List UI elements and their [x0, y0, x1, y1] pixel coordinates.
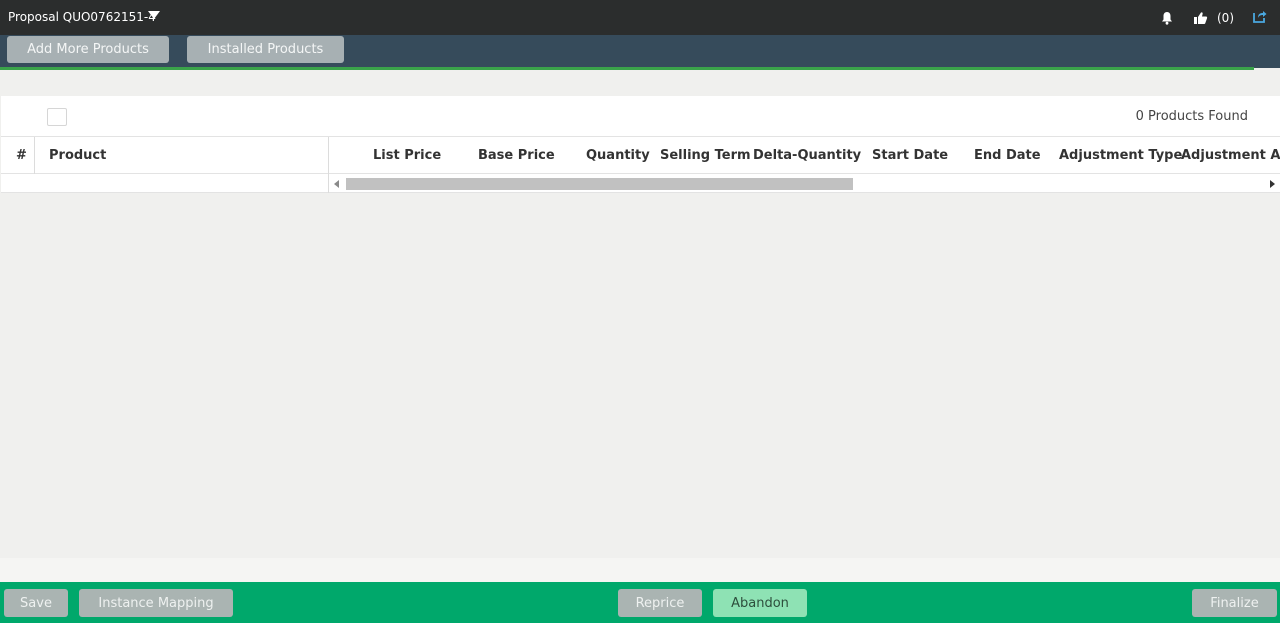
column-header-product-label: Product	[49, 148, 107, 163]
bell-icon[interactable]	[1160, 11, 1174, 25]
save-button[interactable]: Save	[4, 589, 68, 617]
scroll-left-arrow-icon[interactable]	[334, 180, 339, 188]
column-header-list-price[interactable]: List Price	[373, 148, 441, 163]
grid-header-row: # Product List Price Base Price Quantity…	[1, 137, 1280, 193]
column-header-selling-term[interactable]: Selling Term	[660, 148, 751, 163]
column-header-end-date[interactable]: End Date	[974, 148, 1041, 163]
products-found-count: 0 Products Found	[1135, 109, 1248, 124]
column-header-number: #	[1, 137, 35, 174]
column-header-quantity[interactable]: Quantity	[586, 148, 650, 163]
horizontal-scrollbar[interactable]	[330, 176, 1280, 192]
column-header-number-label: #	[16, 148, 27, 163]
footer-spacer	[0, 558, 1280, 582]
column-header-adjustment-type[interactable]: Adjustment Type	[1059, 148, 1182, 163]
select-all-checkbox[interactable]	[47, 108, 67, 126]
column-header-product[interactable]: Product	[35, 137, 329, 193]
scroll-right-arrow-icon[interactable]	[1270, 180, 1275, 188]
proposal-title: Proposal QUO0762151-4	[8, 10, 156, 24]
chevron-down-icon[interactable]	[148, 11, 160, 19]
reprice-button[interactable]: Reprice	[618, 589, 702, 617]
products-grid: 0 Products Found # Product List Price Ba…	[1, 96, 1280, 193]
column-header-base-price[interactable]: Base Price	[478, 148, 555, 163]
scrollable-columns: List Price Base Price Quantity Selling T…	[330, 137, 1280, 174]
instance-mapping-button[interactable]: Instance Mapping	[79, 589, 233, 617]
add-more-products-button[interactable]: Add More Products	[7, 36, 169, 63]
column-header-delta-quantity[interactable]: Delta-Quantity	[753, 148, 861, 163]
abandon-button[interactable]: Abandon	[713, 589, 807, 617]
grid-toolbar: 0 Products Found	[1, 96, 1280, 137]
installed-products-button[interactable]: Installed Products	[187, 36, 344, 63]
export-icon[interactable]	[1252, 9, 1267, 23]
column-header-adjustment-amount[interactable]: Adjustment Amount	[1181, 148, 1280, 163]
footer-action-bar: Save Instance Mapping Reprice Abandon Fi…	[0, 582, 1280, 623]
like-count: (0)	[1217, 11, 1234, 25]
column-header-start-date[interactable]: Start Date	[872, 148, 948, 163]
finalize-button[interactable]: Finalize	[1192, 589, 1277, 617]
thumbs-up-icon[interactable]	[1193, 11, 1208, 25]
top-bar: Proposal QUO0762151-4 (0)	[0, 0, 1280, 35]
scrollbar-thumb[interactable]	[346, 178, 853, 190]
progress-line	[0, 67, 1254, 70]
